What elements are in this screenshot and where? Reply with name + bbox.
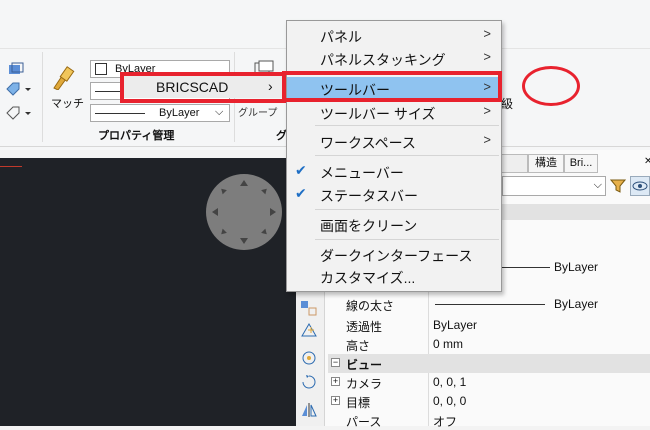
property-value: ByLayer <box>554 297 599 311</box>
menu-item-clean-screen[interactable]: 画面をクリーン <box>287 213 501 235</box>
menu-item-toolbar-size[interactable]: ツールバー サイズ > <box>287 101 501 123</box>
nav-left-icon[interactable] <box>212 208 218 216</box>
group-label-partial: グループ <box>238 108 278 119</box>
chevron-right-icon: > <box>483 103 491 118</box>
selection-dropdown[interactable]: ⌵ <box>502 176 606 196</box>
layer-state-icon[interactable] <box>8 62 24 76</box>
chevron-right-icon: > <box>483 132 491 147</box>
menu-item-menubar[interactable]: ✔ メニューバー <box>287 160 501 182</box>
check-icon: ✔ <box>295 162 307 178</box>
menu-separator <box>315 239 499 240</box>
menu-item-label: 画面をクリーン <box>320 218 418 234</box>
select-similar-icon[interactable] <box>300 300 318 316</box>
menu-separator <box>315 125 499 126</box>
panel-title: プロパティ管理 <box>98 130 175 142</box>
check-icon: ✔ <box>295 185 307 201</box>
menu-item-label: ワークスペース <box>320 135 416 151</box>
eye-icon[interactable] <box>630 176 650 196</box>
property-value: ByLayer <box>554 260 599 274</box>
nav-ul-icon[interactable] <box>219 186 227 195</box>
annotation-box-bricscad <box>120 72 286 103</box>
match-label[interactable]: マッチ <box>51 95 84 111</box>
property-row[interactable]: パース オフ <box>328 411 650 430</box>
expand-icon[interactable]: + <box>331 377 340 386</box>
nav-right-icon[interactable] <box>270 208 276 216</box>
navigation-wheel[interactable] <box>206 174 282 250</box>
tab-structure[interactable]: 構造 <box>528 154 564 173</box>
annotation-circle <box>522 66 580 106</box>
menu-separator <box>315 209 499 210</box>
quick-select-icon[interactable] <box>300 322 318 338</box>
tab-bricscad[interactable]: Bri... <box>564 154 598 173</box>
chevron-down-icon: ⌵ <box>593 179 602 191</box>
menu-item-panels[interactable]: パネル > <box>287 24 501 46</box>
orbit-icon[interactable] <box>300 374 318 390</box>
nav-ll-icon[interactable] <box>219 228 227 237</box>
property-row[interactable]: 透過性 ByLayer <box>328 316 650 335</box>
lineweight-dropdown[interactable]: ByLayer ⌵ <box>90 104 230 122</box>
menu-item-workspace[interactable]: ワークスペース > <box>287 130 501 152</box>
mirror-icon[interactable] <box>300 402 318 418</box>
nav-lr-icon[interactable] <box>261 228 269 237</box>
lineweight-value: ByLayer <box>159 107 200 119</box>
menu-item-customize[interactable]: カスタマイズ... <box>287 265 501 287</box>
property-label: 高さ <box>346 339 371 353</box>
menu-item-label: パネルスタッキング <box>320 52 446 68</box>
property-label: パース <box>346 415 382 429</box>
context-submenu: パネル > パネルスタッキング > ツールバー > ツールバー サイズ > ワー… <box>286 20 502 292</box>
menu-item-label: メニューバー <box>320 165 404 181</box>
value-line <box>435 304 545 305</box>
property-row[interactable]: 線の太さ ByLayer <box>328 295 650 314</box>
lineweight-preview <box>95 113 145 114</box>
property-value: 0 mm <box>433 337 463 351</box>
menu-item-dark-interface[interactable]: ダークインターフェース <box>287 243 501 265</box>
property-label: カメラ <box>346 377 383 391</box>
property-value: 0, 0, 1 <box>433 375 467 389</box>
annotation-box-toolbars <box>282 71 502 102</box>
property-value: ByLayer <box>433 318 478 332</box>
property-label: 透過性 <box>346 320 383 334</box>
panel-tabs: 構造 Bri... ✕ <box>500 154 650 173</box>
section-header-view[interactable]: − ビュー <box>328 354 650 373</box>
nav-down-icon[interactable] <box>240 238 248 244</box>
tag-outline-icon[interactable] <box>6 106 31 120</box>
tab-prev[interactable] <box>500 154 528 173</box>
menu-item-label: パネル <box>320 29 362 45</box>
menu-item-label: ツールバー サイズ <box>320 106 436 122</box>
section-label: ビュー <box>346 358 383 372</box>
kanji-partial: 級 <box>501 97 514 111</box>
filter-icon[interactable] <box>609 178 627 194</box>
property-value: オフ <box>433 415 458 429</box>
property-row[interactable]: 高さ 0 mm <box>328 335 650 354</box>
panel-close-icon[interactable]: ✕ <box>644 156 650 167</box>
property-row[interactable]: + カメラ 0, 0, 1 <box>328 373 650 392</box>
property-label: 目標 <box>346 396 371 410</box>
ribbon-panel-separator <box>42 52 43 142</box>
color-swatch <box>95 63 107 75</box>
nav-up-icon[interactable] <box>240 180 248 186</box>
rotate-icon[interactable] <box>300 350 318 366</box>
property-row[interactable]: + 目標 0, 0, 0 <box>328 392 650 411</box>
value-line <box>500 267 550 268</box>
menu-item-statusbar[interactable]: ✔ ステータスバー <box>287 183 501 205</box>
collapse-icon[interactable]: − <box>331 358 340 367</box>
menu-item-label: カスタマイズ... <box>320 270 416 286</box>
menu-separator <box>315 155 499 156</box>
menu-item-label: ダークインターフェース <box>320 248 473 264</box>
nav-ur-icon[interactable] <box>261 186 269 195</box>
expand-icon[interactable]: + <box>331 396 340 405</box>
match-properties-icon[interactable] <box>50 66 78 91</box>
axis-line <box>0 166 22 167</box>
chevron-down-icon: ⌵ <box>215 106 224 118</box>
property-value: 0, 0, 0 <box>433 394 467 408</box>
menu-item-panel-stacking[interactable]: パネルスタッキング > <box>287 47 501 69</box>
menu-item-label: ステータスバー <box>320 188 418 204</box>
chevron-right-icon: > <box>483 49 491 64</box>
tag-icon[interactable] <box>6 82 31 96</box>
property-label: 線の太さ <box>346 299 395 313</box>
chevron-right-icon: > <box>483 26 491 41</box>
